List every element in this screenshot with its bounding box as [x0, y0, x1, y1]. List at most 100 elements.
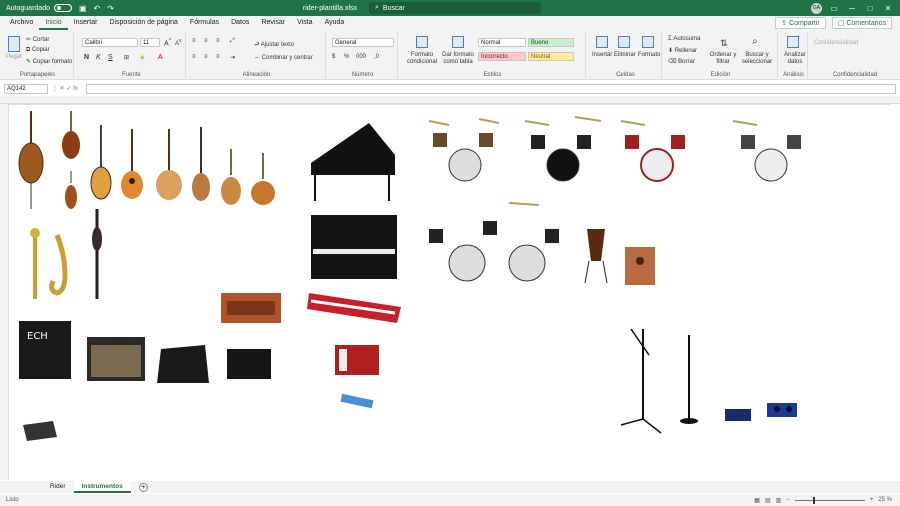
cut-button[interactable]: ✂ Cortar — [26, 36, 49, 43]
zoom-handle[interactable] — [812, 496, 815, 504]
align-center-icon[interactable]: ≡ — [204, 54, 208, 60]
paste-icon[interactable] — [8, 36, 20, 52]
align-middle-icon[interactable]: ≡ — [204, 38, 208, 44]
mandolin-image[interactable] — [221, 149, 241, 205]
align-top-icon[interactable]: ≡ — [192, 38, 196, 44]
minimize-icon[interactable]: ─ — [846, 4, 858, 13]
sensitivity-button[interactable]: Confidencialidad — [814, 40, 858, 46]
stage-monitor-image[interactable] — [157, 345, 209, 383]
menu-insertar[interactable]: Insertar — [68, 16, 104, 30]
footswitch-image[interactable] — [767, 403, 797, 417]
drum-kit-1-image[interactable] — [428, 118, 500, 182]
font-name-input[interactable]: Calibri — [82, 38, 138, 47]
shrink-font-icon[interactable]: Av — [175, 38, 182, 47]
style-bueno[interactable]: Bueno — [528, 38, 574, 47]
row-headers[interactable] — [0, 104, 8, 480]
electric-guitar-image[interactable] — [90, 125, 112, 200]
drum-kit-3-image[interactable] — [620, 120, 685, 182]
cajon-image[interactable] — [625, 247, 655, 285]
saxophone-image[interactable] — [49, 234, 68, 296]
clear-button[interactable]: ⌫ Borrar — [668, 58, 695, 65]
analyze-data-icon[interactable] — [787, 36, 799, 48]
drum-kit-2-image[interactable] — [524, 116, 602, 182]
comments-button[interactable]: ▢ Comentarios — [831, 17, 892, 29]
number-format-select[interactable]: General — [332, 38, 394, 47]
decimal-icon[interactable]: ,0 — [374, 54, 379, 60]
stage-keyboard-image[interactable] — [307, 293, 401, 323]
wrap-text-button[interactable]: ⮐ Ajustar texto — [254, 40, 294, 50]
menu-revisar[interactable]: Revisar — [255, 16, 291, 30]
indent-icon[interactable]: ⇥ — [230, 54, 235, 61]
align-bottom-icon[interactable]: ≡ — [216, 38, 220, 44]
conditional-format-icon[interactable] — [416, 36, 428, 48]
electric-violin-image[interactable] — [92, 209, 102, 299]
delete-cells-icon[interactable] — [618, 36, 630, 48]
delete-cells-button[interactable]: Eliminar — [614, 52, 636, 58]
format-table-icon[interactable] — [452, 36, 464, 48]
melodica-image[interactable] — [340, 393, 374, 409]
copy-button[interactable]: ⧉ Copiar — [26, 47, 50, 54]
insert-cells-icon[interactable] — [596, 36, 608, 48]
maximize-icon[interactable]: □ — [864, 4, 876, 13]
menu-vista[interactable]: Vista — [291, 16, 318, 30]
font-size-input[interactable]: 11 — [140, 38, 160, 47]
wooden-amp-image[interactable] — [221, 293, 281, 323]
merge-center-button[interactable]: ⇔ Combinar y centrar — [254, 55, 313, 61]
search-box[interactable]: ⌕ Buscar — [369, 2, 541, 14]
tab-instrumentos[interactable]: Instrumentos — [73, 481, 131, 493]
name-box[interactable]: AQ142 — [4, 83, 48, 94]
font-color-icon[interactable]: A — [158, 54, 163, 61]
share-button[interactable]: ⇪ Compartir — [775, 17, 826, 29]
sampling-pad-image[interactable] — [23, 421, 57, 441]
insert-cells-button[interactable]: Insertar — [592, 52, 612, 58]
thousands-icon[interactable]: 000 — [356, 54, 366, 60]
zoom-out-icon[interactable]: − — [786, 497, 790, 503]
column-headers[interactable] — [0, 96, 900, 104]
style-neutral[interactable]: Neutral — [528, 52, 574, 61]
style-incorrecto[interactable]: Incorrecto — [478, 52, 526, 61]
zoom-level[interactable]: 25 % — [878, 497, 892, 503]
grand-piano-image[interactable] — [311, 123, 395, 201]
sort-filter-icon[interactable]: ⇅ — [720, 38, 728, 49]
ribbon-options-icon[interactable]: ▭ — [828, 4, 840, 13]
combo-amp-image[interactable]: ECH — [19, 321, 71, 379]
fill-color-icon[interactable]: ◈ — [140, 54, 145, 61]
formula-input[interactable] — [86, 83, 896, 94]
format-painter-button[interactable]: ✎ Copiar formato — [26, 58, 72, 65]
format-table-button[interactable]: Dar formato como tabla — [440, 52, 476, 66]
menu-datos[interactable]: Datos — [225, 16, 255, 30]
menu-archivo[interactable]: Archivo — [4, 16, 39, 30]
conditional-format-button[interactable]: Formato condicional — [404, 52, 440, 66]
find-select-button[interactable]: Buscar y seleccionar — [738, 52, 776, 66]
double-bass-drum-kit-image[interactable] — [429, 202, 559, 282]
di-box-image[interactable] — [725, 409, 751, 421]
accordion-image[interactable] — [335, 345, 379, 375]
viola-image[interactable] — [65, 171, 77, 209]
straight-mic-stand-image[interactable] — [680, 335, 698, 424]
italic-icon[interactable]: K — [96, 54, 101, 61]
grow-font-icon[interactable]: A^ — [164, 38, 171, 47]
bouzouki-image[interactable] — [251, 153, 275, 205]
drum-kit-4-image[interactable] — [732, 120, 801, 182]
zoom-slider[interactable] — [794, 496, 865, 504]
classical-guitar-image[interactable] — [156, 129, 182, 200]
zoom-in-icon[interactable]: + — [870, 497, 874, 503]
bold-icon[interactable]: N — [84, 54, 89, 61]
close-icon[interactable]: ✕ — [882, 4, 894, 13]
normal-view-icon[interactable]: ▦ — [754, 497, 760, 504]
speaker-cabinet-image[interactable] — [227, 349, 271, 379]
worksheet[interactable]: ECH — [8, 104, 890, 480]
menu-inicio[interactable]: Inicio — [39, 16, 68, 30]
boom-mic-stand-image[interactable] — [620, 328, 662, 434]
align-right-icon[interactable]: ≡ — [216, 54, 220, 60]
avatar[interactable]: GA — [811, 2, 822, 14]
underline-icon[interactable]: S — [108, 54, 113, 61]
save-icon[interactable]: ▣ — [79, 4, 87, 13]
undo-icon[interactable]: ↶ — [94, 4, 101, 13]
style-normal[interactable]: Normal — [478, 38, 526, 47]
menu-formulas[interactable]: Fórmulas — [184, 16, 225, 30]
redo-icon[interactable]: ↷ — [107, 4, 114, 13]
paste-button[interactable]: Pegar — [6, 54, 22, 60]
percent-icon[interactable]: % — [344, 54, 349, 60]
menu-disposicion[interactable]: Disposición de página — [103, 16, 184, 30]
